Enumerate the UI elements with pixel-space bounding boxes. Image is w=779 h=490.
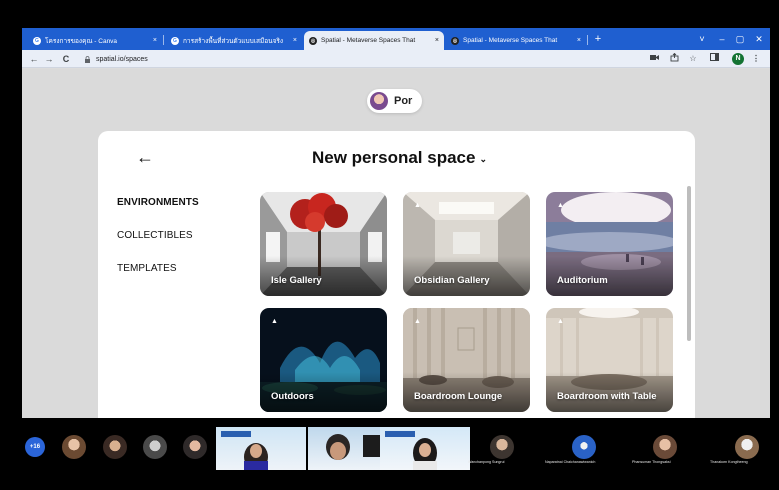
more-participants-badge[interactable]: +16	[25, 437, 45, 457]
back-button[interactable]: ←	[28, 52, 40, 66]
participant-name: Phansuman Thongsaksi	[632, 460, 671, 464]
participant-name: Naparatnai Chaichanawiwanich	[545, 460, 596, 464]
user-name: Por	[394, 95, 413, 107]
profile-icon[interactable]: N	[732, 53, 744, 65]
close-icon[interactable]: ×	[153, 37, 157, 44]
tab-canva[interactable]: G โครงการของคุณ - Canva ×	[28, 31, 162, 50]
tab-bar: G โครงการของคุณ - Canva × G การสร้างพื้น…	[22, 28, 770, 50]
mountain-icon: ▲	[557, 202, 564, 209]
category-environments[interactable]: ENVIRONMENTS	[117, 197, 199, 208]
spatial-page: Por ← New personal space ⌄ ENVIRONMENTS …	[22, 69, 770, 418]
close-icon[interactable]: ×	[435, 37, 439, 44]
user-pill[interactable]: Por	[367, 89, 423, 113]
presenter-video-frame	[385, 431, 437, 470]
mountain-icon: ▲	[271, 318, 278, 325]
close-icon[interactable]: ×	[293, 37, 297, 44]
screen: G โครงการของคุณ - Canva × G การสร้างพื้น…	[0, 0, 779, 490]
back-arrow-icon[interactable]: ←	[136, 147, 154, 167]
environment-card-auditorium[interactable]: ▲ Auditorium	[546, 192, 673, 296]
url-text: spatial.io/spaces	[96, 55, 148, 63]
card-label: Boardroom with Table	[557, 391, 657, 402]
participant-avatar[interactable]	[653, 435, 677, 459]
participant-video[interactable]	[216, 427, 306, 470]
spatial-favicon-icon: ◎	[309, 36, 317, 45]
category-list: ENVIRONMENTS COLLECTIBLES TEMPLATES	[117, 197, 199, 296]
forward-button[interactable]: →	[43, 52, 55, 66]
google-favicon-icon: G	[33, 36, 41, 45]
browser-window: G โครงการของคุณ - Canva × G การสร้างพื้น…	[22, 28, 770, 418]
participant-avatar[interactable]	[103, 435, 127, 459]
tab-spatial-active[interactable]: ◎ Spatial - Metaverse Spaces That ×	[304, 31, 444, 50]
chevron-down-icon: ⌄	[479, 154, 488, 164]
participant-name: Wanchanpong Sungrui	[468, 460, 505, 464]
minimize-button[interactable]: –	[712, 31, 732, 47]
meeting-participant-strip: +16 Wanchanpong Sungrui Naparatnai Chaic…	[0, 425, 779, 490]
participant-name: Thanakorn Kongtheeng	[710, 460, 748, 464]
new-tab-button[interactable]: +	[591, 31, 605, 47]
lock-icon	[84, 55, 91, 63]
close-icon[interactable]: ×	[577, 37, 581, 44]
card-label: Outdoors	[271, 391, 314, 402]
category-templates[interactable]: TEMPLATES	[117, 263, 199, 274]
scrollbar-thumb[interactable]	[687, 186, 691, 341]
presenter-video-frame	[221, 431, 268, 470]
modal-title-text: New personal space	[312, 148, 476, 167]
tab-label: การสร้างพื้นที่ส่วนตัวแบบเสมือนจริง	[183, 37, 284, 45]
mountain-icon: ▲	[414, 318, 421, 325]
participant-avatar[interactable]	[490, 435, 514, 459]
environment-card-boardroom-with-table[interactable]: ▲ Boardroom with Table	[546, 308, 673, 412]
participant-avatar[interactable]	[62, 435, 86, 459]
mountain-icon: ▲	[557, 318, 564, 325]
participant-avatar[interactable]	[572, 435, 596, 459]
mountain-icon: ▲	[414, 202, 421, 209]
reload-button[interactable]: C	[60, 52, 72, 66]
browser-toolbar: ← → C spatial.io/spaces ☆ N ⋮	[22, 50, 770, 68]
card-label: Obsidian Gallery	[414, 275, 490, 286]
card-label: Boardroom Lounge	[414, 391, 503, 402]
card-label: Isle Gallery	[271, 275, 322, 286]
camera-icon[interactable]	[648, 53, 660, 65]
participant-avatar[interactable]	[735, 435, 759, 459]
environment-card-boardroom-lounge[interactable]: ▲ Boardroom Lounge	[403, 308, 530, 412]
sidepanel-icon[interactable]	[708, 53, 720, 65]
tab-separator	[163, 35, 164, 45]
star-icon[interactable]: ☆	[687, 53, 699, 65]
tab-label: Spatial - Metaverse Spaces That	[463, 37, 558, 44]
maximize-button[interactable]: ▢	[730, 31, 750, 47]
tab-label: โครงการของคุณ - Canva	[45, 37, 118, 45]
address-bar[interactable]: spatial.io/spaces	[84, 52, 644, 66]
participant-video[interactable]	[380, 427, 470, 470]
participant-avatar[interactable]	[183, 435, 207, 459]
tab-spatial[interactable]: ◎ Spatial - Metaverse Spaces That ×	[446, 31, 586, 50]
tab-search-button[interactable]: ˅	[692, 31, 712, 47]
environment-card-outdoors[interactable]: ▲ Outdoors	[260, 308, 387, 412]
card-label: Auditorium	[557, 275, 608, 286]
menu-icon[interactable]: ⋮	[750, 53, 762, 65]
google-favicon-icon: G	[171, 36, 179, 45]
tab-personal-space[interactable]: G การสร้างพื้นที่ส่วนตัวแบบเสมือนจริง ×	[166, 31, 302, 50]
avatar	[370, 92, 388, 110]
close-window-button[interactable]: ✕	[749, 31, 769, 47]
spatial-favicon-icon: ◎	[451, 36, 459, 45]
tab-label: Spatial - Metaverse Spaces That	[321, 37, 416, 44]
new-space-modal: ← New personal space ⌄ ENVIRONMENTS COLL…	[98, 131, 695, 418]
participant-avatar[interactable]	[143, 435, 167, 459]
category-collectibles[interactable]: COLLECTIBLES	[117, 230, 199, 241]
modal-title[interactable]: New personal space ⌄	[312, 148, 487, 168]
tab-separator	[587, 35, 588, 45]
share-icon[interactable]	[668, 52, 680, 65]
environment-card-obsidian-gallery[interactable]: ▲ Obsidian Gallery	[403, 192, 530, 296]
environment-card-isle-gallery[interactable]: Isle Gallery	[260, 192, 387, 296]
